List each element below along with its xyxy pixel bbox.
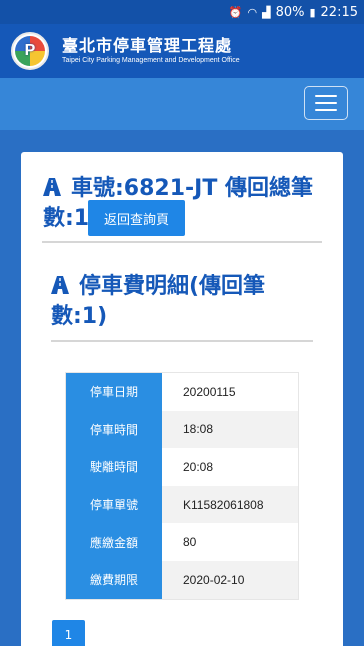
table-row: 停車時間 18:08	[66, 410, 298, 449]
nav-bar	[0, 78, 364, 130]
fee-detail-heading: 停車費明細(傳回筆數:1)	[51, 272, 311, 332]
table-row: 停車單號 K11582061808	[66, 485, 298, 524]
menu-icon-bar	[315, 102, 337, 104]
divider	[42, 241, 322, 243]
menu-icon-bar	[315, 109, 337, 111]
brand[interactable]: 臺北市停車管理工程處 Taipei City Parking Managemen…	[62, 36, 240, 66]
row-value: 20200115	[162, 373, 298, 411]
wifi-icon: ◠	[247, 5, 258, 19]
row-label: 應繳金額	[66, 523, 162, 561]
row-label: 停車單號	[66, 485, 162, 524]
battery-icon: ▮	[309, 5, 316, 19]
row-value: 18:08	[162, 410, 298, 449]
row-label: 停車日期	[66, 373, 162, 411]
logo-letter: P	[24, 42, 36, 59]
table-row: 停車日期 20200115	[66, 373, 298, 411]
site-title: 臺北市停車管理工程處	[62, 36, 233, 55]
row-value: 20:08	[162, 448, 298, 486]
logo[interactable]: P	[11, 32, 49, 70]
row-value: 80	[162, 523, 298, 561]
menu-button[interactable]	[304, 86, 348, 120]
road-icon	[43, 178, 61, 196]
table-row: 應繳金額 80	[66, 523, 298, 561]
back-to-search-button[interactable]: 返回查詢頁	[88, 200, 185, 236]
road-icon	[51, 276, 69, 294]
row-label: 繳費期限	[66, 560, 162, 599]
row-value: K11582061808	[162, 485, 298, 524]
row-label: 停車時間	[66, 410, 162, 449]
table-row: 繳費期限 2020-02-10	[66, 560, 298, 599]
row-value: 2020-02-10	[162, 560, 298, 599]
signal-icon: ▟	[262, 5, 271, 19]
site-header: P 臺北市停車管理工程處 Taipei City Parking Managem…	[0, 24, 364, 78]
clock: 22:15	[320, 4, 358, 20]
divider	[51, 340, 313, 342]
battery-level: 80%	[275, 4, 305, 20]
site-subtitle: Taipei City Parking Management and Devel…	[62, 57, 240, 64]
result-summary-heading: 車號:6821-JT 傳回總筆數:1	[43, 174, 327, 234]
menu-icon-bar	[315, 95, 337, 97]
fee-detail-table: 停車日期 20200115 停車時間 18:08 駛離時間 20:08 停車單號…	[65, 372, 299, 600]
status-bar: ⏰ ◠ ▟ 80% ▮ 22:15	[0, 0, 364, 24]
table-row: 駛離時間 20:08	[66, 448, 298, 486]
fee-detail-text: 停車費明細(傳回筆數:1)	[51, 274, 266, 329]
alarm-icon: ⏰	[228, 5, 243, 19]
result-card: 車號:6821-JT 傳回總筆數:1 返回查詢頁 停車費明細(傳回筆數:1) 停…	[21, 152, 343, 646]
pagination-page-1[interactable]: 1	[52, 620, 85, 646]
row-label: 駛離時間	[66, 448, 162, 486]
